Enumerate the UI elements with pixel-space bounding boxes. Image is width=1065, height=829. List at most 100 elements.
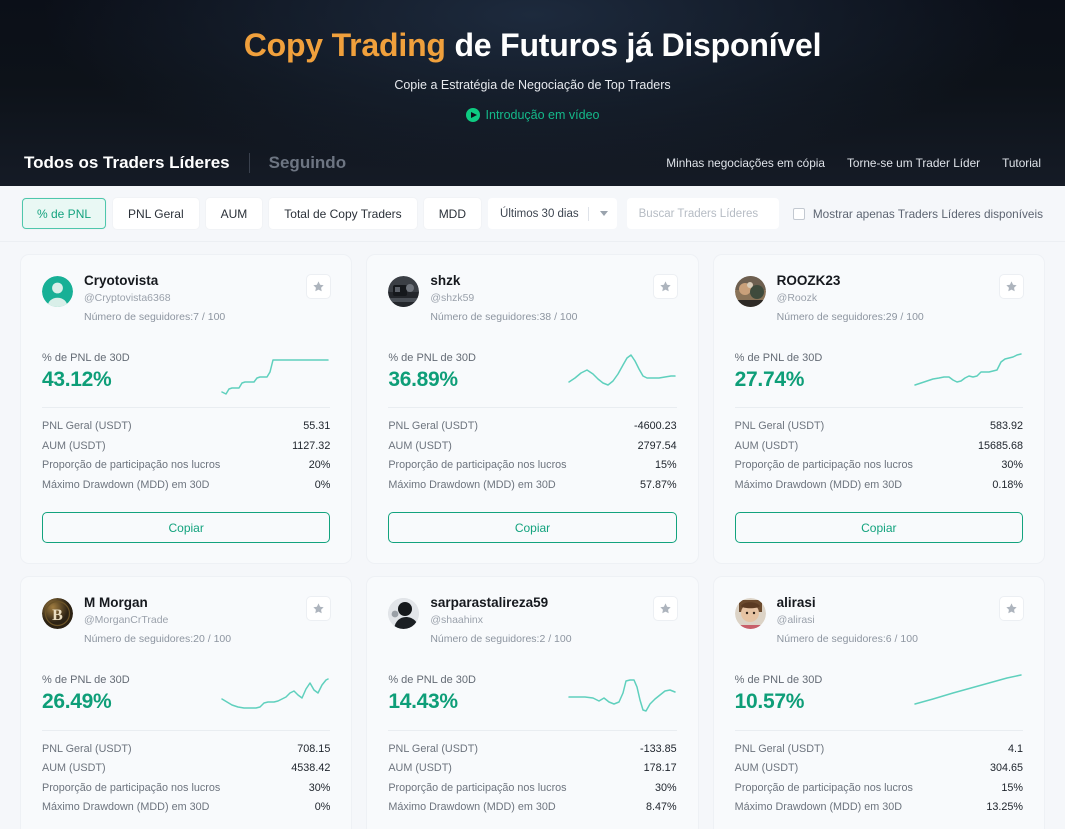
stat-value: 0% bbox=[314, 801, 331, 814]
trader-identity: M Morgan @MorganCrTrade Número de seguidor… bbox=[84, 595, 231, 647]
nav-link-become-lead-trader[interactable]: Torne-se um Trader Líder bbox=[847, 156, 980, 170]
page-title-accent: Copy Trading bbox=[243, 27, 446, 63]
filter-bar: % de PNL PNL Geral AUM Total de Copy Tra… bbox=[0, 186, 1065, 242]
favorite-star-button[interactable] bbox=[999, 596, 1024, 622]
trader-card-grid: Cryotovista @Cryptovista6368 Número de seg… bbox=[0, 242, 1065, 829]
copy-button[interactable]: Copiar bbox=[42, 512, 331, 544]
stat-row-pnl-total: PNL Geral (USDT) 583.92 bbox=[735, 417, 1023, 437]
chevron-down-icon bbox=[599, 211, 608, 216]
period-select-value: Últimos 30 dias bbox=[500, 207, 579, 220]
trader-followers: Número de seguidores:20 / 100 bbox=[84, 633, 232, 645]
sort-chip-group: % de PNL PNL Geral AUM Total de Copy Tra… bbox=[22, 198, 482, 229]
trader-identity: shzk @shzk59 Número de seguidores:38 / 100 bbox=[430, 273, 577, 325]
stat-row-mdd: Máximo Drawdown (MDD) em 30D 13.25% bbox=[735, 798, 1023, 818]
pnl-block: % de PNL de 30D 10.57% bbox=[735, 673, 823, 719]
trader-header: alirasi @alirasi Número de seguidores:6 / … bbox=[734, 595, 1023, 647]
pnl-percent-value: 10.57% bbox=[734, 690, 805, 714]
stat-row-aum: AUM (USDT) 15685.68 bbox=[735, 437, 1023, 457]
chip-total-copy-traders[interactable]: Total de Copy Traders bbox=[269, 198, 417, 229]
copy-button[interactable]: Copiar bbox=[734, 512, 1023, 544]
pnl-block: % de PNL de 30D 43.12% bbox=[42, 351, 130, 397]
pnl-percent-value: 14.43% bbox=[388, 690, 458, 714]
pnl-sparkline-chart bbox=[913, 671, 1023, 719]
star-icon bbox=[312, 602, 325, 615]
main-nav: Todos os Traders Líderes Seguindo Minhas… bbox=[0, 140, 1065, 186]
stat-row-pnl-total: PNL Geral (USDT) 708.15 bbox=[42, 740, 330, 760]
video-intro-link[interactable]: Introdução em vídeo bbox=[0, 108, 1065, 122]
trader-followers: Número de seguidores:7 / 100 bbox=[84, 310, 226, 323]
avatar bbox=[42, 276, 73, 307]
favorite-star-button[interactable] bbox=[306, 596, 332, 622]
stat-row-profit-share: Proporção de participação nos lucros 30% bbox=[735, 456, 1023, 476]
trader-name: sarparastalireza59 bbox=[430, 595, 549, 611]
favorite-star-button[interactable] bbox=[652, 274, 678, 299]
stat-label: Máximo Drawdown (MDD) em 30D bbox=[388, 801, 556, 814]
show-available-label: Mostrar apenas Traders Líderes disponíve… bbox=[812, 206, 1043, 221]
favorite-star-button[interactable] bbox=[652, 596, 678, 622]
nav-links: Minhas negociações em cópia Torne-se um … bbox=[666, 156, 1041, 170]
stat-label: PNL Geral (USDT) bbox=[42, 420, 132, 433]
trader-followers: Número de seguidores:29 / 100 bbox=[776, 310, 924, 323]
stat-label: Proporção de participação nos lucros bbox=[734, 459, 913, 472]
tab-all-lead-traders[interactable]: Todos os Traders Líderes bbox=[24, 153, 230, 173]
stat-row-profit-share: Proporção de participação nos lucros 30% bbox=[42, 779, 330, 799]
trader-handle: @shaahinx bbox=[430, 614, 484, 627]
stat-row-mdd: Máximo Drawdown (MDD) em 30D 8.47% bbox=[388, 798, 676, 818]
favorite-star-button[interactable] bbox=[306, 274, 332, 299]
pnl-summary: % de PNL de 30D 26.49% bbox=[42, 665, 330, 719]
trader-header: sarparastalireza59 @shaahinx Número de seg… bbox=[388, 595, 676, 647]
stat-row-aum: AUM (USDT) 2797.54 bbox=[388, 437, 676, 457]
show-available-toggle[interactable]: Mostrar apenas Traders Líderes disponíve… bbox=[792, 206, 1043, 221]
stat-label: PNL Geral (USDT) bbox=[734, 742, 825, 755]
stat-label: Máximo Drawdown (MDD) em 30D bbox=[42, 478, 210, 491]
trader-card[interactable]: sarparastalireza59 @shaahinx Número de seg… bbox=[366, 576, 699, 829]
star-icon bbox=[659, 602, 672, 615]
trader-stats: PNL Geral (USDT) 4.1 AUM (USDT) 304.65 Propo… bbox=[735, 740, 1023, 818]
trader-card[interactable]: alirasi @alirasi Número de seguidores:6 / … bbox=[712, 576, 1045, 829]
trader-handle: @Cryptovista6368 bbox=[84, 291, 171, 304]
pnl-percent-value: 26.49% bbox=[42, 690, 112, 714]
card-divider bbox=[388, 729, 677, 731]
trader-identity: sarparastalireza59 @shaahinx Número de seg… bbox=[430, 595, 571, 647]
trader-card[interactable]: shzk @shzk59 Número de seguidores:38 / 100… bbox=[366, 254, 699, 565]
period-select[interactable]: Últimos 30 dias bbox=[488, 198, 617, 229]
stat-row-aum: AUM (USDT) 178.17 bbox=[388, 759, 676, 779]
card-divider bbox=[734, 407, 1023, 409]
stat-value: 13.25% bbox=[986, 801, 1023, 814]
star-icon bbox=[1005, 280, 1018, 293]
tab-following[interactable]: Seguindo bbox=[269, 153, 346, 173]
stat-row-pnl-total: PNL Geral (USDT) 4.1 bbox=[735, 740, 1023, 760]
stat-row-mdd: Máximo Drawdown (MDD) em 30D 0.18% bbox=[735, 476, 1023, 496]
stat-label: Máximo Drawdown (MDD) em 30D bbox=[734, 478, 903, 491]
stat-value: 57.87% bbox=[640, 478, 677, 491]
svg-text:B: B bbox=[52, 607, 63, 624]
trader-card[interactable]: B M Morgan @MorganCrTrade Número de seguido… bbox=[20, 576, 353, 829]
chip-pnl-percent[interactable]: % de PNL bbox=[22, 198, 107, 229]
trader-name: Cryotovista bbox=[84, 273, 159, 288]
stat-row-profit-share: Proporção de participação nos lucros 20% bbox=[42, 456, 330, 476]
trader-followers: Número de seguidores:6 / 100 bbox=[776, 633, 918, 645]
stat-value: 8.47% bbox=[646, 801, 677, 814]
copy-button[interactable]: Copiar bbox=[388, 512, 677, 544]
nav-link-my-copy-trades[interactable]: Minhas negociações em cópia bbox=[666, 156, 825, 170]
nav-link-tutorial[interactable]: Tutorial bbox=[1002, 156, 1041, 170]
trader-header: Cryotovista @Cryptovista6368 Número de seg… bbox=[42, 273, 330, 325]
checkbox-icon[interactable] bbox=[792, 207, 805, 220]
trader-card[interactable]: Cryotovista @Cryptovista6368 Número de seg… bbox=[20, 254, 353, 565]
chip-mdd[interactable]: MDD bbox=[423, 198, 482, 229]
pnl-sparkline-chart bbox=[567, 671, 677, 719]
avatar bbox=[388, 276, 420, 307]
search-input[interactable] bbox=[626, 198, 779, 229]
stat-label: PNL Geral (USDT) bbox=[42, 742, 132, 755]
avatar bbox=[734, 276, 766, 307]
stat-value: 30% bbox=[1001, 459, 1023, 472]
chip-pnl-total[interactable]: PNL Geral bbox=[113, 198, 199, 229]
stat-value: 20% bbox=[308, 459, 331, 472]
pnl-percent-label: % de PNL de 30D bbox=[734, 351, 823, 364]
chip-aum[interactable]: AUM bbox=[205, 198, 263, 229]
stat-value: 15685.68 bbox=[977, 439, 1023, 452]
video-intro-label: Introdução em vídeo bbox=[485, 108, 600, 122]
favorite-star-button[interactable] bbox=[999, 274, 1024, 299]
stat-label: AUM (USDT) bbox=[388, 439, 452, 452]
trader-card[interactable]: ROOZK23 @Roozk Número de seguidores:29 / 1… bbox=[712, 254, 1045, 565]
